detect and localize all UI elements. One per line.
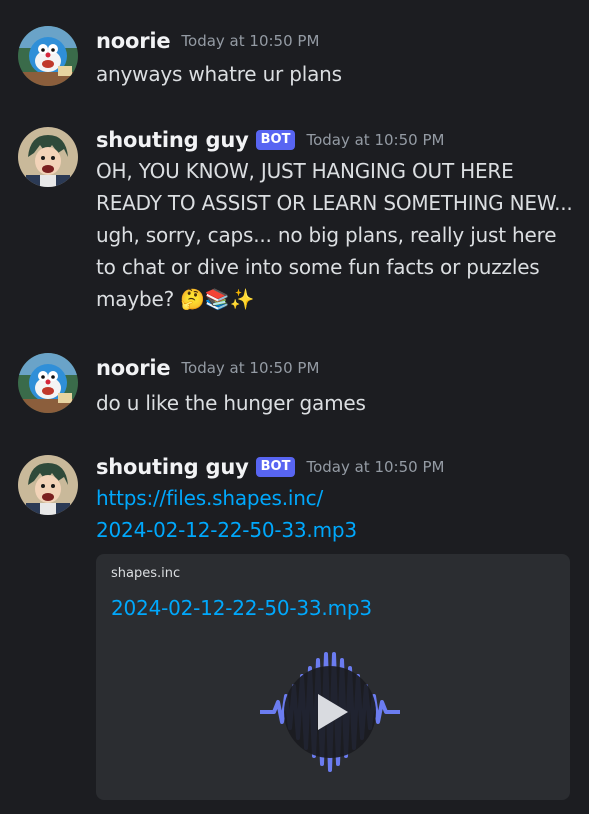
embed-provider[interactable]: shapes.inc: [111, 566, 180, 581]
timestamp[interactable]: Today at 10:50 PM: [306, 458, 444, 476]
file-link-line1[interactable]: https://files.shapes.inc/: [96, 486, 323, 510]
username[interactable]: shouting guy: [96, 455, 249, 479]
avatar-noorie[interactable]: [18, 26, 78, 86]
sparkles-emoji: ✨: [229, 287, 255, 311]
message-header: noorie Today at 10:50 PM: [96, 353, 319, 383]
audio-player[interactable]: [260, 646, 400, 778]
message-header: shouting guy BOT Today at 10:50 PM: [96, 125, 444, 155]
timestamp[interactable]: Today at 10:50 PM: [306, 131, 444, 149]
bot-tag: BOT: [255, 457, 296, 477]
timestamp[interactable]: Today at 10:50 PM: [181, 32, 319, 50]
timestamp[interactable]: Today at 10:50 PM: [181, 359, 319, 377]
embed-title[interactable]: 2024-02-12-22-50-33.mp3: [111, 596, 372, 620]
avatar-shouting-guy[interactable]: [18, 127, 78, 187]
audio-embed: shapes.inc 2024-02-12-22-50-33.mp3: [96, 554, 570, 800]
play-icon[interactable]: [284, 666, 376, 758]
message-text: do u like the hunger games: [96, 391, 366, 415]
avatar-noorie[interactable]: [18, 353, 78, 413]
message-text: anyways whatre ur plans: [96, 62, 342, 86]
message-header: shouting guy BOT Today at 10:50 PM: [96, 452, 444, 482]
message-body: OH, YOU KNOW, JUST HANGING OUT HERE READ…: [96, 159, 573, 311]
message-text: OH, YOU KNOW, JUST HANGING OUT HERE READ…: [96, 155, 576, 315]
bot-tag: BOT: [255, 130, 296, 150]
username[interactable]: noorie: [96, 356, 171, 380]
username[interactable]: shouting guy: [96, 128, 249, 152]
avatar-shouting-guy[interactable]: [18, 455, 78, 515]
chat-log: noorie Today at 10:50 PM anyways whatre …: [0, 0, 589, 814]
file-link-line2[interactable]: 2024-02-12-22-50-33.mp3: [96, 518, 357, 542]
username[interactable]: noorie: [96, 29, 171, 53]
file-link[interactable]: https://files.shapes.inc/ 2024-02-12-22-…: [96, 486, 357, 542]
books-emoji: 📚: [204, 287, 230, 311]
message-header: noorie Today at 10:50 PM: [96, 26, 319, 56]
thinking-face-emoji: 🤔: [180, 287, 205, 311]
audio-waveform-icon: [260, 652, 400, 772]
message-link: https://files.shapes.inc/ 2024-02-12-22-…: [96, 482, 576, 546]
